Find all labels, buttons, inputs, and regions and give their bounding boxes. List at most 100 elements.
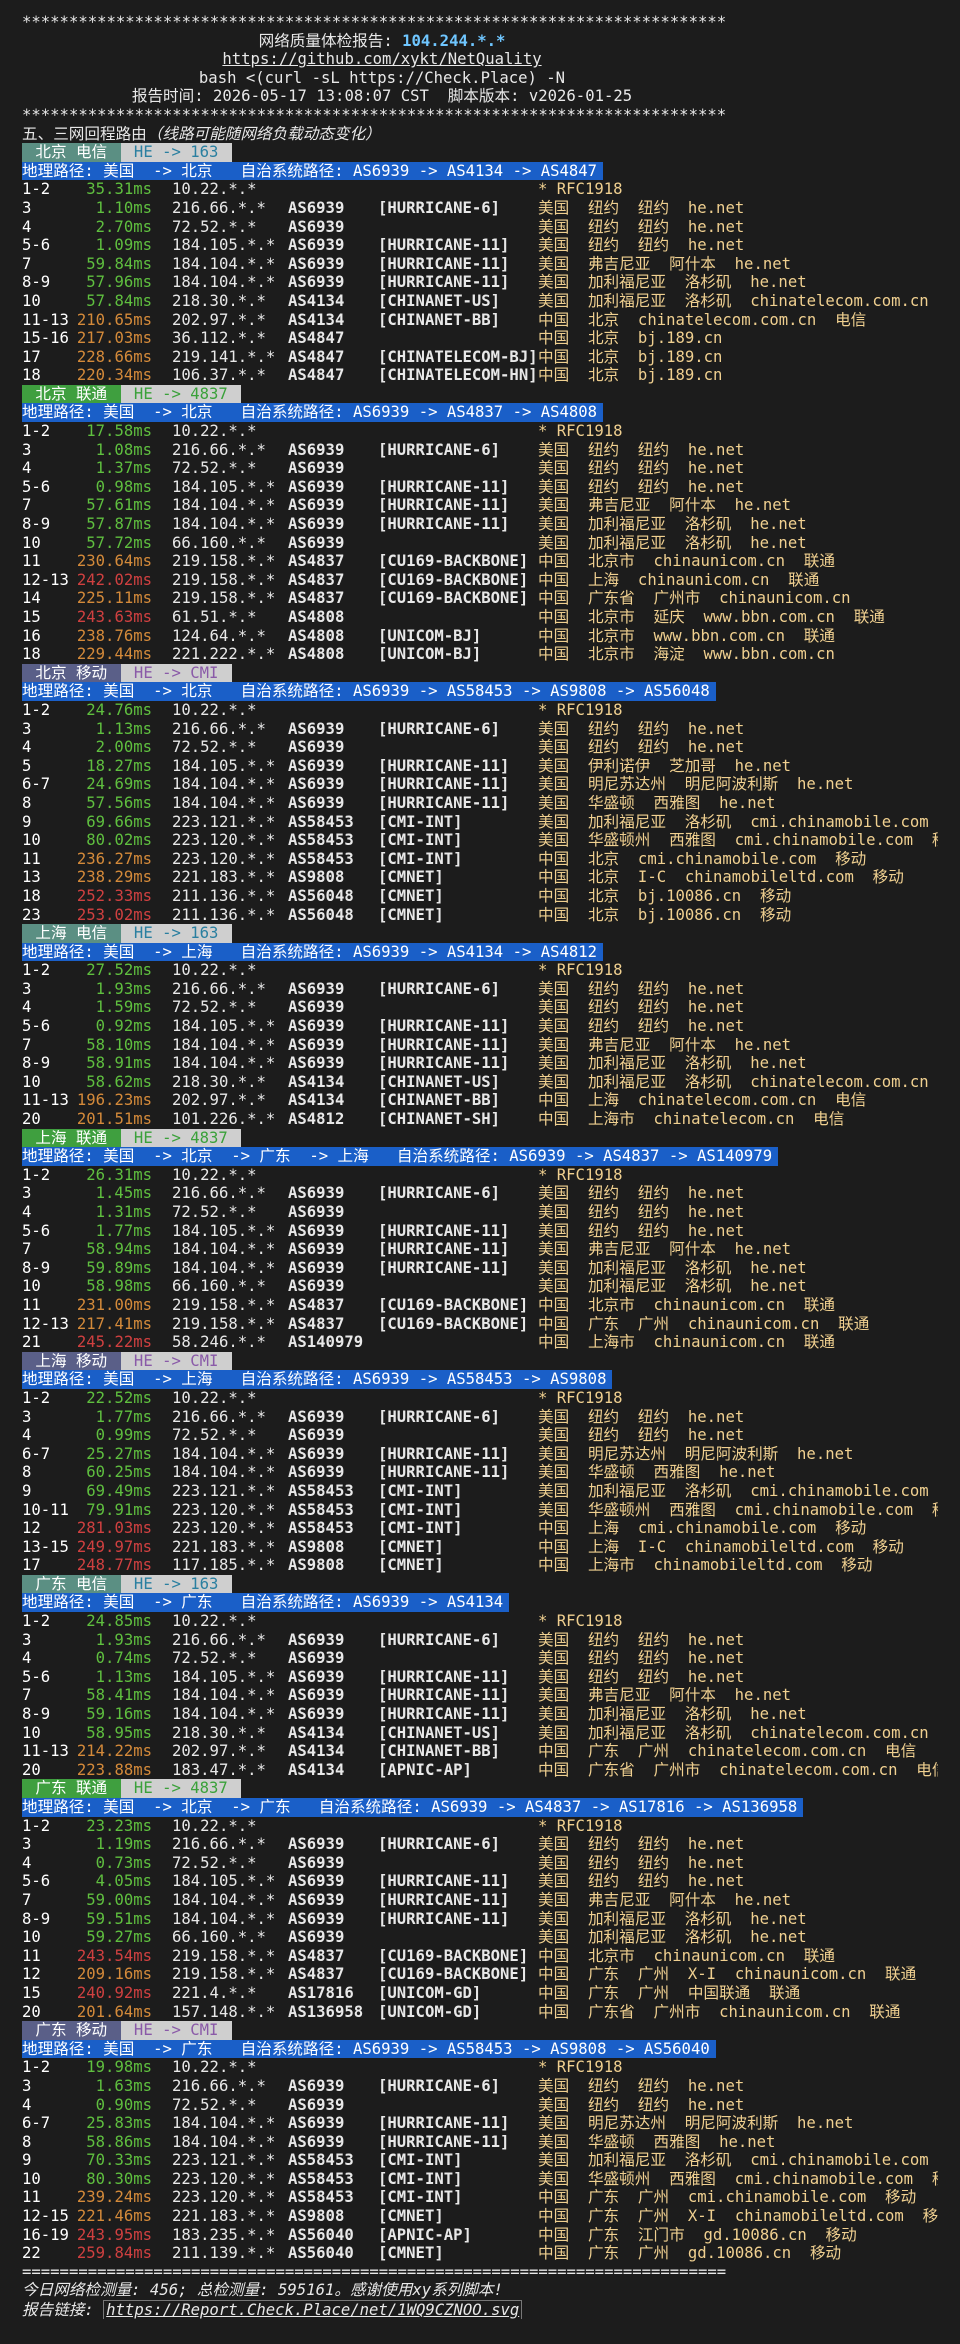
hop-row: 5-6 4.05ms 184.105.*.* AS6939 [HURRICANE-11]…	[22, 1872, 938, 1891]
equals-separator: ========================================…	[22, 2262, 727, 2281]
hop-ip: 184.104.*.*	[172, 2114, 276, 2133]
hop-asn: AS6939	[288, 1203, 345, 1221]
hop-latency: 243.54ms	[76, 1946, 152, 1965]
hop-row: 17 248.77ms 117.185.*.* AS9808 [CMNET] 中国 上海市…	[22, 1556, 938, 1575]
hop-org: [HURRICANE-11]	[378, 2114, 510, 2133]
hop-ip: 216.66.*.*	[172, 1407, 266, 1426]
hop-location: 美国 纽约 纽约 he.net	[538, 1203, 745, 1221]
hop-asn: AS58453	[288, 831, 354, 850]
hop-location: 美国 纽约 纽约 he.net	[538, 1667, 745, 1686]
repo-link[interactable]: https://github.com/xykt/NetQuality	[222, 50, 541, 68]
hop-row: 11 239.24ms 223.120.*.* AS58453 [CMI-INT] 中国 …	[22, 2188, 938, 2207]
hop-latency: 196.23ms	[76, 1091, 152, 1110]
hop-asn: AS56040	[288, 2244, 354, 2263]
hop-location: 美国 纽约 纽约 he.net	[538, 1221, 745, 1240]
hop-ip: 211.136.*.*	[172, 886, 276, 905]
hop-latency: 69.49ms	[86, 1481, 152, 1500]
route-path-text: 地理路径: 美国 -> 上海 自治系统路径: AS6939 -> AS58453…	[22, 1370, 613, 1389]
hop-ip: 10.22.*.*	[172, 1388, 257, 1407]
hop-location: 美国 华盛顿 西雅图 he.net	[538, 793, 776, 812]
hop-number: 8-9	[22, 515, 51, 534]
hop-asn: AS6939	[288, 217, 345, 236]
hop-latency: 1.13ms	[95, 1667, 152, 1686]
hop-latency: 1.31ms	[95, 1203, 152, 1221]
hop-asn: AS56040	[288, 2225, 354, 2244]
hop-ip: 219.141.*.*	[172, 347, 276, 366]
hop-org: [HURRICANE-11]	[378, 1240, 510, 1259]
hop-location: 美国 纽约 纽约 he.net	[538, 1649, 745, 1668]
route-path-text: 地理路径: 美国 -> 广东 自治系统路径: AS6939 -> AS4134	[22, 1593, 510, 1613]
hop-asn: AS6939	[288, 273, 345, 292]
report-link[interactable]: https://Report.Check.Place/net/1WQ9CZNOO…	[103, 2300, 523, 2319]
hop-latency: 253.02ms	[76, 905, 152, 924]
hop-ip: 157.148.*.*	[172, 2002, 276, 2021]
route-path-line: 地理路径: 美国 -> 广东 自治系统路径: AS6939 -> AS4134	[22, 1593, 938, 1613]
hop-ip: 72.52.*.*	[172, 1649, 257, 1668]
hop-row: 12-15 221.46ms 221.183.*.* AS9808 [CMNET] 中国 …	[22, 2207, 938, 2226]
hop-latency: 4.05ms	[95, 1872, 152, 1891]
hop-row: 13-15 249.97ms 221.183.*.* AS9808 [CMNET] 中国 …	[22, 1538, 938, 1557]
hop-number: 13-15	[22, 1537, 69, 1556]
hop-ip: 216.66.*.*	[172, 1184, 266, 1203]
hop-asn: AS4847	[288, 366, 345, 385]
hop-asn: AS4837	[288, 552, 345, 571]
hop-location: 中国 北京市 www.bbn.com.cn 联通	[538, 626, 835, 645]
hop-number: 4	[22, 738, 32, 757]
hop-number: 4	[22, 1853, 32, 1872]
hop-ip: 184.105.*.*	[172, 1667, 276, 1686]
hop-location: 中国 广东 广州 X-I chinamobileltd.com 移动	[538, 2207, 938, 2226]
hop-latency: 225.11ms	[76, 589, 152, 608]
hop-asn: AS6939	[288, 459, 345, 478]
hop-ip: 183.47.*.*	[172, 1760, 266, 1779]
hop-latency: 239.24ms	[76, 2188, 152, 2207]
hop-ip: 184.105.*.*	[172, 1221, 276, 1240]
hop-number: 6-7	[22, 775, 51, 794]
hop-location: 中国 广东省 广州市 chinatelecom.com.cn 电信	[538, 1760, 938, 1779]
hop-ip: 211.136.*.*	[172, 905, 276, 924]
hop-org: [HURRICANE-6]	[378, 719, 501, 738]
hop-location: 中国 广东 广州 gd.10086.cn 移动	[538, 2244, 842, 2263]
hop-org: [CMI-INT]	[378, 831, 463, 850]
hop-number: 3	[22, 979, 32, 998]
hop-asn: AS6939	[288, 738, 345, 757]
hop-row: 20 201.51ms 101.226.*.* AS4812 [CHINANET-SH]…	[22, 1110, 938, 1129]
hop-location: 美国 弗吉尼亚 阿什本 he.net	[538, 1035, 792, 1054]
section-hint: （线路可能随网络负载动态变化）	[146, 124, 381, 143]
hop-latency: 1.93ms	[95, 979, 152, 998]
hop-org: [HURRICANE-11]	[378, 793, 510, 812]
hop-latency: 59.89ms	[86, 1258, 152, 1277]
hop-number: 5-6	[22, 1017, 51, 1036]
hop-latency: 1.09ms	[95, 236, 152, 255]
hop-ip: 221.4.*.*	[172, 1983, 257, 2002]
route-city-isp-tag: 北京 联通	[22, 384, 121, 404]
hop-latency: 1.77ms	[95, 1407, 152, 1426]
hop-number: 20	[22, 2002, 41, 2021]
hop-location: 中国 广东省 广州市 chinaunicom.cn 联通	[538, 2002, 901, 2021]
hop-latency: 0.74ms	[95, 1649, 152, 1668]
hop-number: 10	[22, 533, 41, 552]
hop-asn: AS9808	[288, 1556, 345, 1575]
hop-ip: 216.66.*.*	[172, 719, 266, 738]
hop-org: [HURRICANE-11]	[378, 1667, 510, 1686]
hop-row: 7 58.10ms 184.104.*.* AS6939 [HURRICANE-11] 美…	[22, 1036, 938, 1055]
hop-number: 3	[22, 1407, 32, 1426]
hop-location: 美国 明尼苏达州 明尼阿波利斯 he.net	[538, 1444, 854, 1463]
hop-org: [APNIC-AP]	[378, 1760, 472, 1779]
route-city-isp-tag: 上海 联通	[22, 1128, 121, 1148]
hop-latency: 59.84ms	[86, 254, 152, 273]
hop-number: 22	[22, 2244, 41, 2263]
route-path-text: 地理路径: 美国 -> 上海 自治系统路径: AS6939 -> AS4134 …	[22, 942, 604, 962]
hop-location: 美国 加利福尼亚 洛杉矶 he.net	[538, 1258, 807, 1277]
hop-asn: AS58453	[288, 1481, 354, 1500]
hop-location: 美国 纽约 纽约 he.net	[538, 1872, 745, 1891]
hop-ip: 223.121.*.*	[172, 812, 276, 831]
hop-number: 11	[22, 552, 41, 571]
hop-row: 7 58.94ms 184.104.*.* AS6939 [HURRICANE-11] 美…	[22, 1240, 938, 1259]
hop-location: * RFC1918	[538, 1612, 623, 1631]
hop-ip: 184.105.*.*	[172, 1872, 276, 1891]
hop-number: 14	[22, 589, 41, 608]
hop-row: 8-9 57.96ms 184.104.*.* AS6939 [HURRICANE-11…	[22, 273, 938, 292]
hop-asn: AS6939	[288, 477, 345, 496]
hop-asn: AS6939	[288, 2132, 345, 2151]
hop-number: 6-7	[22, 2114, 51, 2133]
